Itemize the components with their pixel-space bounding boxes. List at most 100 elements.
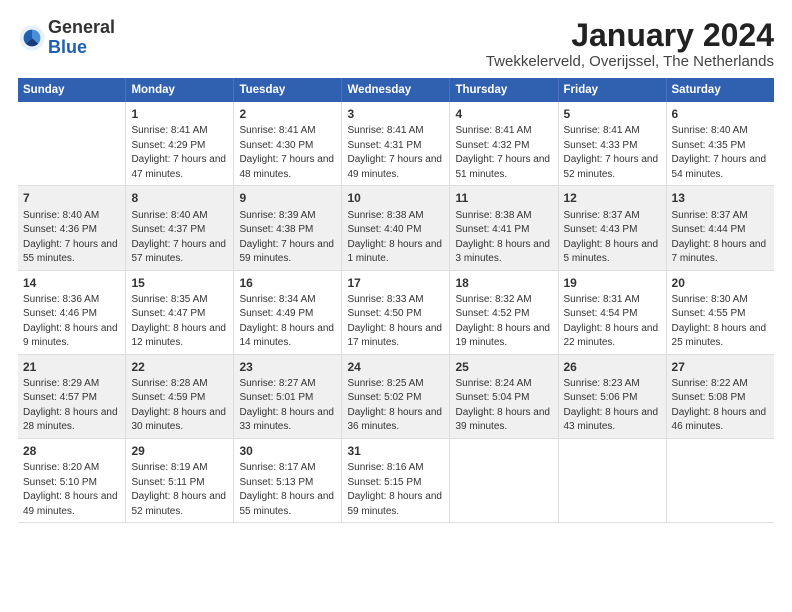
day-number: 19 bbox=[564, 275, 661, 291]
day-info: Sunrise: 8:32 AMSunset: 4:52 PMDaylight:… bbox=[455, 294, 550, 349]
day-number: 4 bbox=[455, 106, 552, 122]
day-info: Sunrise: 8:24 AMSunset: 5:04 PMDaylight:… bbox=[455, 378, 550, 433]
day-info: Sunrise: 8:25 AMSunset: 5:02 PMDaylight:… bbox=[347, 378, 442, 433]
day-number: 29 bbox=[131, 443, 228, 459]
cell-w4-d5 bbox=[558, 438, 666, 522]
day-number: 31 bbox=[347, 443, 444, 459]
col-wednesday: Wednesday bbox=[342, 78, 450, 102]
day-number: 30 bbox=[239, 443, 336, 459]
logo: General Blue bbox=[18, 18, 115, 58]
day-number: 1 bbox=[131, 106, 228, 122]
title-block: January 2024 Twekkelerveld, Overijssel, … bbox=[486, 18, 774, 70]
day-info: Sunrise: 8:36 AMSunset: 4:46 PMDaylight:… bbox=[23, 294, 118, 349]
cell-w2-d6: 20 Sunrise: 8:30 AMSunset: 4:55 PMDayligh… bbox=[666, 270, 774, 354]
logo-text: General Blue bbox=[48, 18, 115, 58]
day-info: Sunrise: 8:41 AMSunset: 4:32 PMDaylight:… bbox=[455, 125, 550, 180]
day-info: Sunrise: 8:30 AMSunset: 4:55 PMDaylight:… bbox=[672, 294, 767, 349]
day-number: 18 bbox=[455, 275, 552, 291]
cell-w2-d1: 15 Sunrise: 8:35 AMSunset: 4:47 PMDayligh… bbox=[126, 270, 234, 354]
day-info: Sunrise: 8:41 AMSunset: 4:29 PMDaylight:… bbox=[131, 125, 226, 180]
week-row-2: 14Sunrise: 8:36 AMSunset: 4:46 PMDayligh… bbox=[18, 270, 774, 354]
day-info: Sunrise: 8:41 AMSunset: 4:30 PMDaylight:… bbox=[239, 125, 334, 180]
day-info: Sunrise: 8:33 AMSunset: 4:50 PMDaylight:… bbox=[347, 294, 442, 349]
day-number: 12 bbox=[564, 190, 661, 206]
week-row-0: 1 Sunrise: 8:41 AMSunset: 4:29 PMDaylight… bbox=[18, 102, 774, 186]
day-number: 25 bbox=[455, 359, 552, 375]
logo-blue: Blue bbox=[48, 37, 87, 57]
logo-general: General bbox=[48, 17, 115, 37]
col-sunday: Sunday bbox=[18, 78, 126, 102]
day-number: 26 bbox=[564, 359, 661, 375]
cell-w4-d2: 30 Sunrise: 8:17 AMSunset: 5:13 PMDayligh… bbox=[234, 438, 342, 522]
day-info: Sunrise: 8:39 AMSunset: 4:38 PMDaylight:… bbox=[239, 210, 334, 265]
cell-w4-d1: 29 Sunrise: 8:19 AMSunset: 5:11 PMDayligh… bbox=[126, 438, 234, 522]
day-number: 28 bbox=[23, 443, 120, 459]
cell-w3-d2: 23 Sunrise: 8:27 AMSunset: 5:01 PMDayligh… bbox=[234, 354, 342, 438]
day-number: 20 bbox=[672, 275, 769, 291]
day-info: Sunrise: 8:37 AMSunset: 4:43 PMDaylight:… bbox=[564, 210, 659, 265]
page-subtitle: Twekkelerveld, Overijssel, The Netherlan… bbox=[486, 53, 774, 70]
calendar-header: Sunday Monday Tuesday Wednesday Thursday… bbox=[18, 78, 774, 102]
page-title: January 2024 bbox=[486, 18, 774, 53]
cell-w2-d5: 19 Sunrise: 8:31 AMSunset: 4:54 PMDayligh… bbox=[558, 270, 666, 354]
cell-w1-d2: 9 Sunrise: 8:39 AMSunset: 4:38 PMDaylight… bbox=[234, 186, 342, 270]
day-number: 13 bbox=[672, 190, 769, 206]
cell-w3-d0: 21Sunrise: 8:29 AMSunset: 4:57 PMDayligh… bbox=[18, 354, 126, 438]
day-info: Sunrise: 8:40 AMSunset: 4:35 PMDaylight:… bbox=[672, 125, 767, 180]
cell-w3-d4: 25 Sunrise: 8:24 AMSunset: 5:04 PMDayligh… bbox=[450, 354, 558, 438]
day-number: 16 bbox=[239, 275, 336, 291]
cell-w0-d4: 4 Sunrise: 8:41 AMSunset: 4:32 PMDaylight… bbox=[450, 102, 558, 186]
day-info: Sunrise: 8:17 AMSunset: 5:13 PMDaylight:… bbox=[239, 462, 334, 517]
day-info: Sunrise: 8:19 AMSunset: 5:11 PMDaylight:… bbox=[131, 462, 226, 517]
cell-w3-d1: 22Sunrise: 8:28 AMSunset: 4:59 PMDayligh… bbox=[126, 354, 234, 438]
week-row-4: 28 Sunrise: 8:20 AMSunset: 5:10 PMDayligh… bbox=[18, 438, 774, 522]
day-info: Sunrise: 8:38 AMSunset: 4:41 PMDaylight:… bbox=[455, 210, 550, 265]
day-info: Sunrise: 8:37 AMSunset: 4:44 PMDaylight:… bbox=[672, 210, 767, 265]
calendar-table: Sunday Monday Tuesday Wednesday Thursday… bbox=[18, 78, 774, 523]
cell-w1-d4: 11 Sunrise: 8:38 AMSunset: 4:41 PMDayligh… bbox=[450, 186, 558, 270]
cell-w3-d6: 27Sunrise: 8:22 AMSunset: 5:08 PMDayligh… bbox=[666, 354, 774, 438]
day-info: Sunrise: 8:40 AMSunset: 4:36 PMDaylight:… bbox=[23, 210, 118, 265]
day-number: 15 bbox=[131, 275, 228, 291]
day-number: 9 bbox=[239, 190, 336, 206]
header-row: Sunday Monday Tuesday Wednesday Thursday… bbox=[18, 78, 774, 102]
day-number: 24 bbox=[347, 359, 444, 375]
day-info: Sunrise: 8:31 AMSunset: 4:54 PMDaylight:… bbox=[564, 294, 659, 349]
day-number: 17 bbox=[347, 275, 444, 291]
cell-w0-d3: 3Sunrise: 8:41 AMSunset: 4:31 PMDaylight… bbox=[342, 102, 450, 186]
day-number: 10 bbox=[347, 190, 444, 206]
day-info: Sunrise: 8:27 AMSunset: 5:01 PMDaylight:… bbox=[239, 378, 334, 433]
week-row-1: 7Sunrise: 8:40 AMSunset: 4:36 PMDaylight… bbox=[18, 186, 774, 270]
cell-w0-d5: 5Sunrise: 8:41 AMSunset: 4:33 PMDaylight… bbox=[558, 102, 666, 186]
day-number: 11 bbox=[455, 190, 552, 206]
col-friday: Friday bbox=[558, 78, 666, 102]
col-thursday: Thursday bbox=[450, 78, 558, 102]
day-number: 2 bbox=[239, 106, 336, 122]
col-saturday: Saturday bbox=[666, 78, 774, 102]
cell-w4-d0: 28 Sunrise: 8:20 AMSunset: 5:10 PMDayligh… bbox=[18, 438, 126, 522]
day-info: Sunrise: 8:20 AMSunset: 5:10 PMDaylight:… bbox=[23, 462, 118, 517]
cell-w2-d2: 16 Sunrise: 8:34 AMSunset: 4:49 PMDayligh… bbox=[234, 270, 342, 354]
day-number: 8 bbox=[131, 190, 228, 206]
week-row-3: 21Sunrise: 8:29 AMSunset: 4:57 PMDayligh… bbox=[18, 354, 774, 438]
cell-w2-d0: 14Sunrise: 8:36 AMSunset: 4:46 PMDayligh… bbox=[18, 270, 126, 354]
day-number: 23 bbox=[239, 359, 336, 375]
day-info: Sunrise: 8:28 AMSunset: 4:59 PMDaylight:… bbox=[131, 378, 226, 433]
cell-w3-d5: 26 Sunrise: 8:23 AMSunset: 5:06 PMDayligh… bbox=[558, 354, 666, 438]
day-number: 21 bbox=[23, 359, 120, 375]
page: General Blue January 2024 Twekkelerveld,… bbox=[0, 0, 792, 612]
cell-w2-d4: 18 Sunrise: 8:32 AMSunset: 4:52 PMDayligh… bbox=[450, 270, 558, 354]
cell-w0-d2: 2 Sunrise: 8:41 AMSunset: 4:30 PMDaylight… bbox=[234, 102, 342, 186]
calendar-body: 1 Sunrise: 8:41 AMSunset: 4:29 PMDaylight… bbox=[18, 102, 774, 522]
day-number: 5 bbox=[564, 106, 661, 122]
header: General Blue January 2024 Twekkelerveld,… bbox=[18, 18, 774, 70]
logo-icon bbox=[18, 24, 46, 52]
day-info: Sunrise: 8:38 AMSunset: 4:40 PMDaylight:… bbox=[347, 210, 442, 265]
day-info: Sunrise: 8:34 AMSunset: 4:49 PMDaylight:… bbox=[239, 294, 334, 349]
day-info: Sunrise: 8:23 AMSunset: 5:06 PMDaylight:… bbox=[564, 378, 659, 433]
cell-w1-d6: 13 Sunrise: 8:37 AMSunset: 4:44 PMDayligh… bbox=[666, 186, 774, 270]
cell-w0-d0 bbox=[18, 102, 126, 186]
day-info: Sunrise: 8:35 AMSunset: 4:47 PMDaylight:… bbox=[131, 294, 226, 349]
cell-w4-d6 bbox=[666, 438, 774, 522]
day-info: Sunrise: 8:16 AMSunset: 5:15 PMDaylight:… bbox=[347, 462, 442, 517]
